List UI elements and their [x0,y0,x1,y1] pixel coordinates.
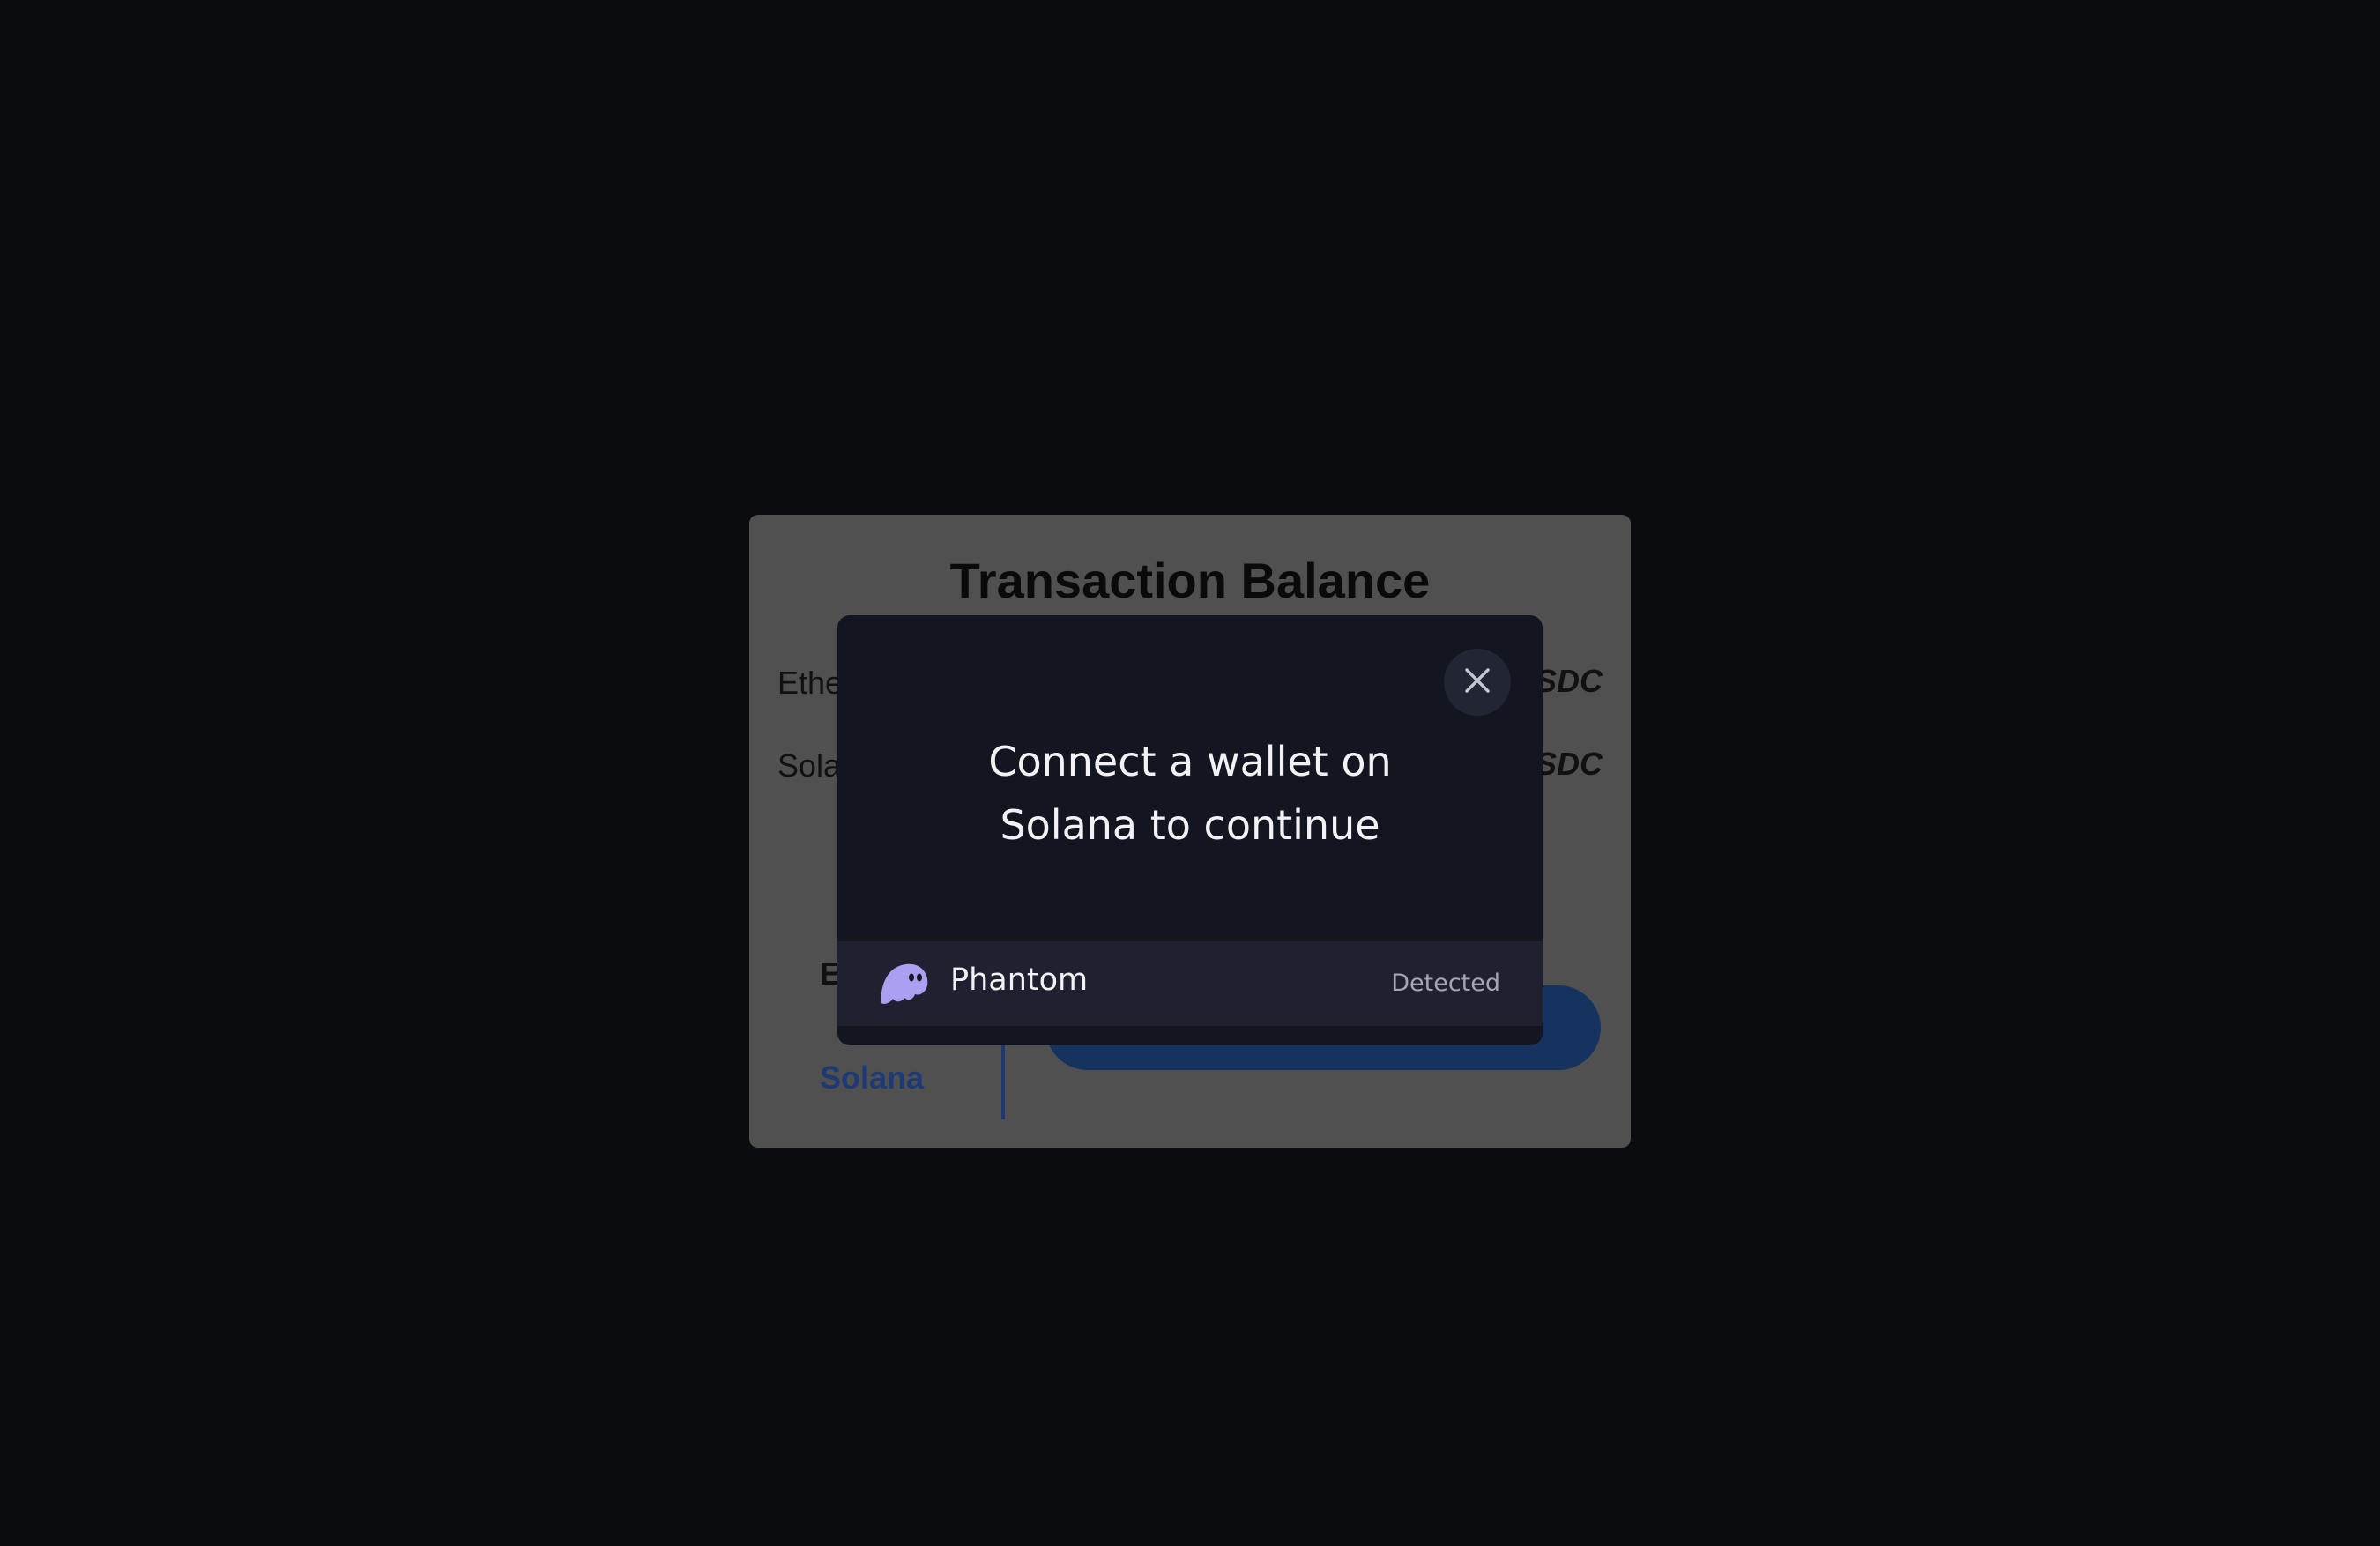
modal-title: Connect a wallet on Solana to continue [988,738,1392,849]
tab-divider [1001,1044,1005,1119]
tab-solana[interactable]: Solana [820,1059,924,1096]
close-button[interactable] [1444,649,1511,716]
card-title: Transaction Balance [949,553,1431,608]
wallet-status: Detected [1391,970,1500,997]
close-icon [1464,667,1491,697]
solana-balance-value: SDC [1535,746,1603,782]
ethereum-balance-label: Ethe [777,665,844,701]
wallet-option-phantom[interactable]: Phantom Detected [837,941,1543,1026]
ethereum-balance-value: SDC [1535,663,1603,699]
connect-wallet-modal: Connect a wallet on Solana to continue P… [837,615,1543,1045]
phantom-ghost-icon [878,961,929,1005]
wallet-name: Phantom [950,963,1089,998]
solana-balance-label: Sola [777,747,842,784]
